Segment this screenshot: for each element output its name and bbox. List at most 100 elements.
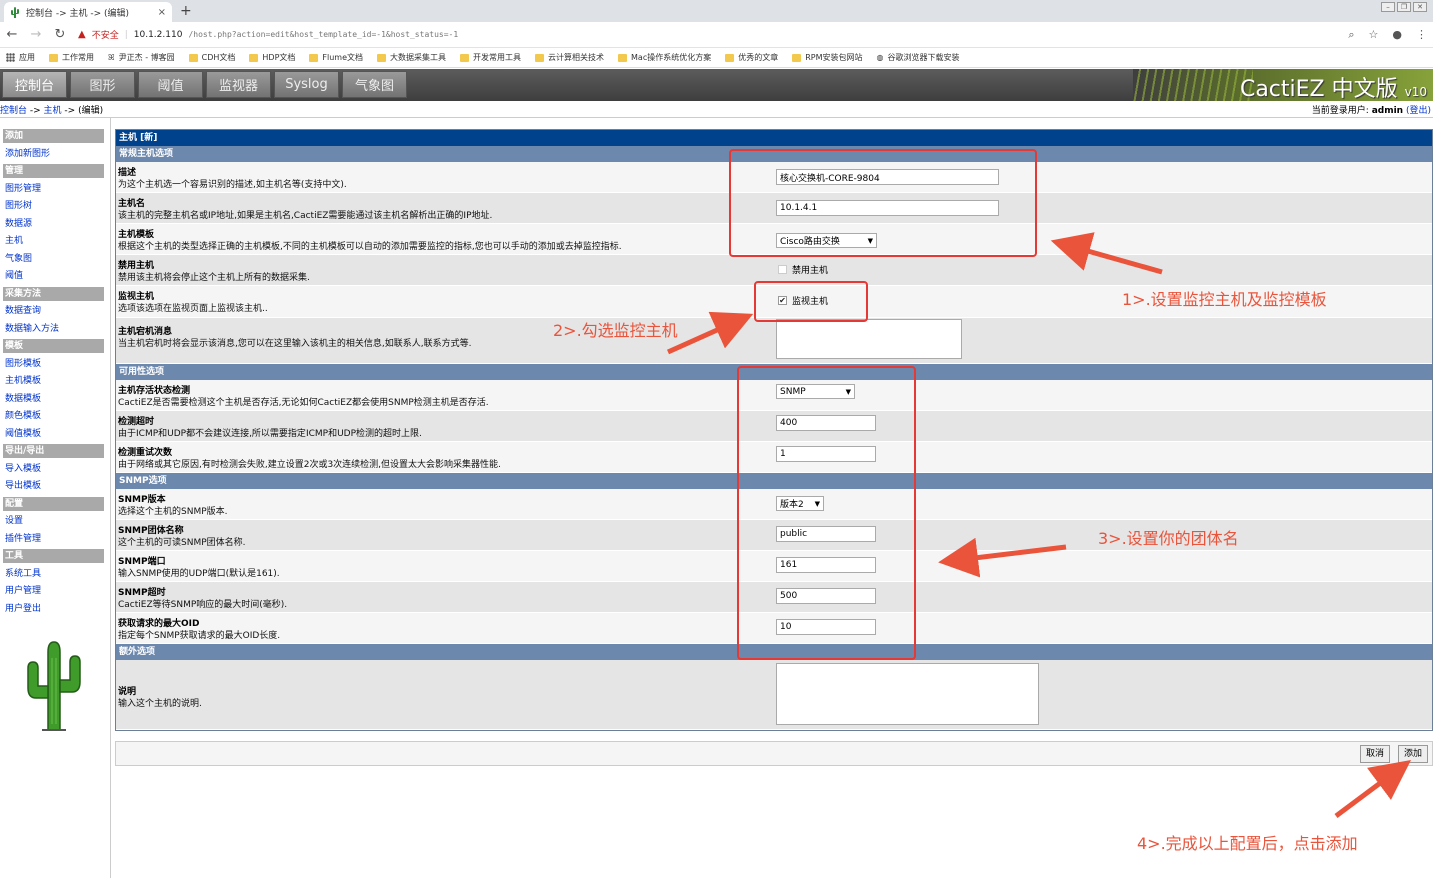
menu-section-header: 添加 [3, 129, 104, 143]
max-oids-input[interactable] [776, 619, 876, 635]
breadcrumb-hosts-link[interactable]: 主机 [44, 106, 62, 116]
menu-list: 添加 添加新图形 管理 图形管理 图形树 数据源 主机 气象图 阈值 采集方法 数据查询 数据输入方法… [3, 129, 104, 616]
row-availability-method: 主机存活状态检测 CactiEZ是否需要检测这个主机是否存活,无论如何CactiE… [116, 380, 1432, 411]
row-host-template: 主机模板 根据这个主机的类型选择正确的主机模板,不同的主机模板可以自动的添加需要监… [116, 224, 1432, 255]
bookmark-item[interactable]: 工作常用 [49, 52, 94, 63]
row-ping-timeout: 检测超时 由于ICMP和UDP都不会建议连接,所以需要指定ICMP和UDP检测的超… [116, 411, 1432, 442]
menu-item[interactable]: 数据源 [3, 217, 104, 231]
browser-toolbar: ← → ↻ ▲ 不安全 | 10.1.2.110/host.php?action… [0, 22, 1433, 48]
bookmark-item[interactable]: 云计算相关技术 [535, 52, 604, 63]
host-form: 主机 [新] 常规主机选项 描述 为这个主机选一个容易识别的描述,如主机名等(支持… [115, 129, 1433, 731]
row-snmp-version: SNMP版本 选择这个主机的SNMP版本. 版本2 ▼ [116, 489, 1432, 520]
browser-tab-title: 控制台 -> 主机 -> (编辑) [26, 8, 130, 19]
menu-item[interactable]: 阈值 [3, 269, 104, 283]
bookmark-item[interactable]: Mac操作系统优化方案 [618, 52, 711, 63]
logout-link[interactable]: (登出) [1406, 106, 1431, 116]
annotation-step4: 4>.完成以上配置后，点击添加 [1137, 834, 1358, 853]
new-tab-button[interactable]: + [180, 3, 192, 19]
menu-kebab-icon[interactable]: ⋮ [1416, 28, 1427, 42]
tab-weathermap[interactable]: 气象图 [342, 71, 407, 98]
row-hostname: 主机名 该主机的完整主机名或IP地址,如果是主机名,CactiEZ需要能通过该主机… [116, 193, 1432, 224]
bookmark-item[interactable]: 开发常用工具 [460, 52, 521, 63]
address-bar[interactable]: ▲ 不安全 | 10.1.2.110/host.php?action=edit&… [78, 25, 1336, 45]
bookmark-item[interactable]: RPM安装包网站 [792, 52, 863, 63]
cacti-favicon-icon [11, 7, 19, 18]
snmp-timeout-input[interactable] [776, 588, 876, 604]
menu-item[interactable]: 添加新图形 [3, 147, 104, 161]
back-arrow-icon[interactable]: ← [6, 27, 18, 42]
breadcrumb: 控制台 -> 主机 -> (编辑) [0, 105, 104, 116]
tab-syslog[interactable]: Syslog [274, 71, 339, 98]
menu-item[interactable]: 插件管理 [3, 532, 104, 546]
bookmark-item[interactable]: CDH文档 [188, 52, 235, 63]
menu-item[interactable]: 图形管理 [3, 182, 104, 196]
menu-item[interactable]: 数据模板 [3, 392, 104, 406]
browser-tab[interactable]: 控制台 -> 主机 -> (编辑) × [4, 2, 172, 22]
menu-item[interactable]: 用户管理 [3, 584, 104, 598]
snmp-community-input[interactable] [776, 526, 876, 542]
menu-item[interactable]: 数据输入方法 [3, 322, 104, 336]
menu-item[interactable]: 主机 [3, 234, 104, 248]
bookmark-apps[interactable]: 应用 [6, 52, 35, 63]
menu-item[interactable]: 气象图 [3, 252, 104, 266]
cancel-button[interactable]: 取消 [1360, 745, 1391, 763]
profile-icon[interactable]: ● [1392, 28, 1402, 42]
tab-thresholds[interactable]: 阈值 [138, 71, 203, 98]
snmp-version-select[interactable]: 版本2 ▼ [776, 496, 824, 511]
user-info: 当前登录用户: admin (登出) [1311, 105, 1431, 116]
close-tab-icon[interactable]: × [158, 7, 166, 18]
ping-retries-input[interactable] [776, 446, 876, 462]
bookmark-item[interactable]: ◍ 谷歌浏览器下载安装 [877, 52, 960, 63]
disable-host-checkbox[interactable] [778, 265, 787, 274]
left-menu: 添加 添加新图形 管理 图形管理 图形树 数据源 主机 气象图 阈值 采集方法 数据查询 数据输入方法… [0, 118, 111, 878]
bookmark-item[interactable]: ꕤ 尹正杰 - 博客园 [108, 52, 175, 63]
menu-item[interactable]: 主机模板 [3, 374, 104, 388]
zoom-icon[interactable]: ⌕ [1348, 28, 1354, 42]
reload-icon[interactable]: ↻ [54, 27, 66, 42]
snmp-port-input[interactable] [776, 557, 876, 573]
tab-monitor[interactable]: 监视器 [206, 71, 271, 98]
annotation-step3: 3>.设置你的团体名 [1098, 529, 1239, 548]
blog-icon: ꕤ [108, 52, 115, 62]
hostname-input[interactable] [776, 200, 999, 216]
menu-item[interactable]: 设置 [3, 514, 104, 528]
bookmark-item[interactable]: Flume文档 [309, 52, 363, 63]
forward-arrow-icon[interactable]: → [30, 27, 42, 42]
description-input[interactable] [776, 169, 999, 185]
ping-timeout-input[interactable] [776, 415, 876, 431]
menu-item[interactable]: 导入模板 [3, 462, 104, 476]
close-window-icon[interactable]: ✕ [1413, 2, 1427, 12]
annotation-step1: 1>.设置监控主机及监控模板 [1122, 290, 1327, 309]
section-availability: 可用性选项 [116, 364, 1432, 380]
host-template-select[interactable]: Cisco路由交换 ▼ [776, 233, 877, 248]
bookmark-item[interactable]: 大数据采集工具 [377, 52, 446, 63]
menu-item[interactable]: 用户登出 [3, 602, 104, 616]
section-general: 常规主机选项 [116, 146, 1432, 162]
menu-item[interactable]: 图形模板 [3, 357, 104, 371]
availability-method-select[interactable]: SNMP ▼ [776, 384, 855, 399]
bookmark-item[interactable]: HDP文档 [249, 52, 295, 63]
minimize-icon[interactable]: – [1381, 2, 1395, 12]
section-snmp: SNMP选项 [116, 473, 1432, 489]
menu-item[interactable]: 阈值模板 [3, 427, 104, 441]
tab-console[interactable]: 控制台 [2, 71, 67, 98]
add-button[interactable]: 添加 [1398, 745, 1429, 763]
bookmark-item[interactable]: 优秀的文章 [725, 52, 778, 63]
notes-textarea[interactable] [776, 663, 1039, 725]
menu-item[interactable]: 数据查询 [3, 304, 104, 318]
menu-item[interactable]: 颜色模板 [3, 409, 104, 423]
bookmarks-bar: 应用 工作常用 ꕤ 尹正杰 - 博客园 CDH文档 HDP文档 Flume文档 大… [0, 48, 1433, 68]
breadcrumb-console-link[interactable]: 控制台 [0, 106, 27, 116]
restore-icon[interactable]: ❐ [1397, 2, 1411, 12]
folder-icon [535, 53, 545, 62]
tab-graphs[interactable]: 图形 [70, 71, 135, 98]
folder-icon [377, 53, 387, 62]
menu-item[interactable]: 导出模板 [3, 479, 104, 493]
bookmark-star-icon[interactable]: ☆ [1369, 28, 1379, 42]
menu-item[interactable]: 图形树 [3, 199, 104, 213]
down-message-textarea[interactable] [776, 319, 962, 359]
menu-item[interactable]: 系统工具 [3, 567, 104, 581]
monitor-host-checkbox[interactable]: ✔ [778, 296, 787, 305]
menu-section-header: 导出/导出 [3, 444, 104, 458]
row-snmp-timeout: SNMP超时 CactiEZ等待SNMP响应的最大时间(毫秒). [116, 582, 1432, 613]
